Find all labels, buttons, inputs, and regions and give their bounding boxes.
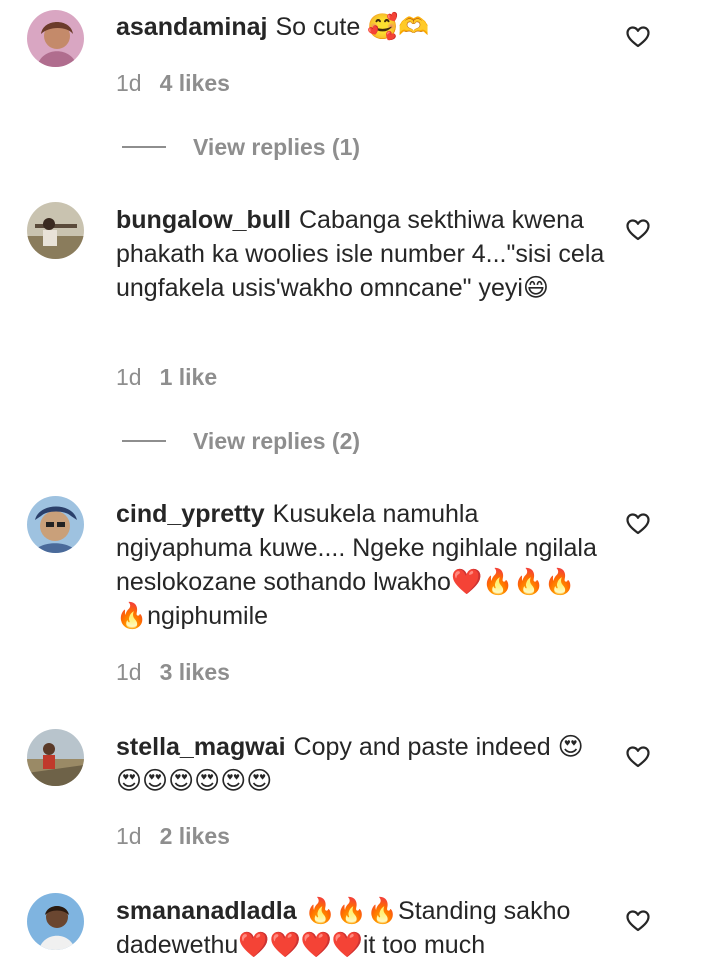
comment-age: 1d: [116, 823, 142, 849]
comment-likes[interactable]: 4 likes: [160, 70, 230, 96]
comment-likes[interactable]: 1 like: [160, 364, 218, 390]
comment-body: smananadladla 🔥🔥🔥Standing sakho dadewethu…: [116, 894, 606, 962]
heart-outline-icon[interactable]: [626, 746, 650, 768]
heart-outline-icon[interactable]: [626, 910, 650, 932]
comment-text: So cute 🥰🫶: [275, 13, 430, 41]
view-replies-label: View replies (2): [193, 427, 361, 454]
avatar[interactable]: [27, 893, 84, 950]
comment-username[interactable]: cind_ypretty: [116, 500, 265, 528]
comment-likes[interactable]: 2 likes: [160, 823, 230, 849]
comment-username[interactable]: smananadladla: [116, 897, 297, 925]
comment-meta: 1d 4 likes: [116, 69, 230, 97]
comment-age: 1d: [116, 364, 142, 390]
view-replies-label: View replies (1): [193, 133, 361, 160]
comment-body: asandaminaj So cute 🥰🫶: [116, 10, 606, 44]
comment-body: cind_ypretty Kusukela namuhla ngiyaphuma …: [116, 497, 606, 633]
avatar[interactable]: [27, 496, 84, 553]
replies-divider: [122, 146, 166, 148]
avatar[interactable]: [27, 202, 84, 259]
comment-meta: 1d 1 like: [116, 363, 217, 391]
comment-username[interactable]: bungalow_bull: [116, 206, 291, 234]
comment-meta: 1d 2 likes: [116, 822, 230, 850]
comment-age: 1d: [116, 70, 142, 96]
avatar[interactable]: [27, 10, 84, 67]
view-replies-button[interactable]: View replies (2): [122, 427, 360, 455]
comment-meta: 1d 3 likes: [116, 658, 230, 686]
heart-outline-icon[interactable]: [626, 26, 650, 48]
comment-age: 1d: [116, 659, 142, 685]
comment-likes[interactable]: 3 likes: [160, 659, 230, 685]
replies-divider: [122, 440, 166, 442]
comment-body: bungalow_bull Cabanga sekthiwa kwena phak…: [116, 203, 606, 305]
comment-username[interactable]: asandaminaj: [116, 13, 267, 41]
heart-outline-icon[interactable]: [626, 219, 650, 241]
avatar[interactable]: [27, 729, 84, 786]
comment-body: stella_magwai Copy and paste indeed 😍😍😍😍😍…: [116, 730, 606, 798]
view-replies-button[interactable]: View replies (1): [122, 133, 360, 161]
heart-outline-icon[interactable]: [626, 513, 650, 535]
comment-username[interactable]: stella_magwai: [116, 733, 286, 761]
